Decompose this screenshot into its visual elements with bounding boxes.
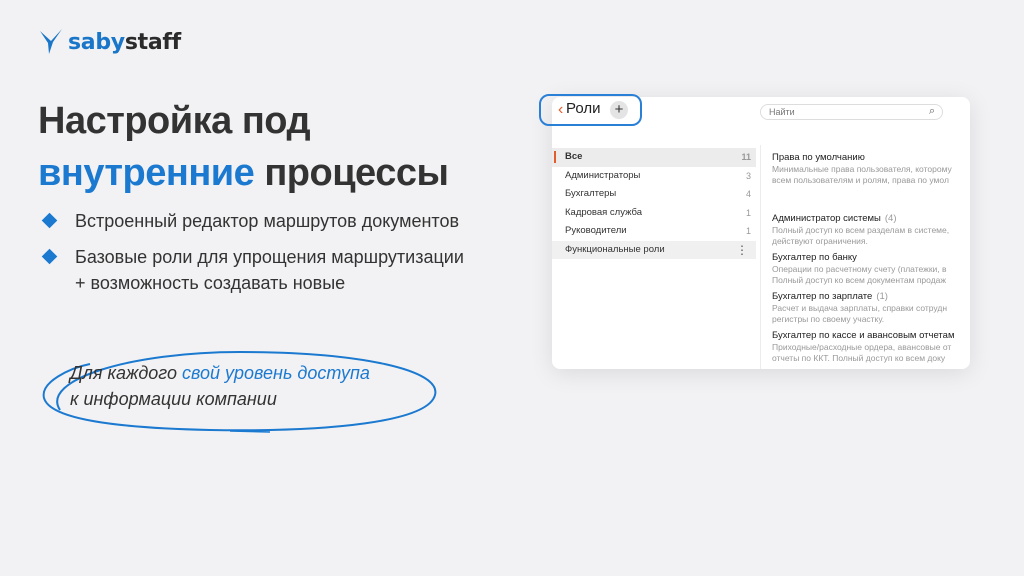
callout-accent: свой уровень доступа: [181, 363, 370, 383]
callout-text: Для каждого свой уровень доступа к инфор…: [70, 360, 370, 412]
roles-app-window: ‹ Роли + ⌕ Все 11 Администраторы 3 Бухга…: [552, 97, 970, 369]
list-item-managers[interactable]: Руководители 1: [552, 222, 756, 241]
roles-list: Права по умолчанию Минимальные права пол…: [772, 151, 970, 368]
list-item-accountants[interactable]: Бухгалтеры 4: [552, 185, 756, 204]
role-item[interactable]: Бухгалтер по кассе и авансовым отчетам П…: [772, 329, 970, 364]
role-item[interactable]: Права по умолчанию Минимальные права пол…: [772, 151, 970, 186]
title-line-1: Настройка под: [38, 100, 311, 142]
bullet-item: Базовые роли для упрощения маршрутизации…: [40, 244, 520, 296]
more-options-icon[interactable]: ⋮: [736, 241, 748, 260]
bullet-list: Встроенный редактор маршрутов документов…: [40, 208, 520, 306]
list-item-all[interactable]: Все 11: [552, 148, 756, 167]
role-item[interactable]: Администратор системы (4) Полный доступ к…: [772, 212, 970, 247]
column-divider: [760, 145, 761, 369]
search-input[interactable]: [760, 104, 943, 120]
title-line-2: внутренние процессы: [38, 147, 449, 199]
bird-logo-icon: [40, 29, 62, 54]
list-item-hr[interactable]: Кадровая служба 1: [552, 204, 756, 223]
page-title: Настройка под внутренние процессы: [38, 95, 449, 199]
bullet-text: Встроенный редактор маршрутов документов: [75, 211, 460, 231]
callout-line-1: Для каждого свой уровень доступа: [70, 363, 370, 383]
title-accent: внутренние: [38, 152, 255, 194]
callout-line-2: к информации компании: [70, 389, 277, 409]
role-item[interactable]: Бухгалтер по банку Операции по расчетном…: [772, 251, 970, 286]
diamond-bullet-icon: [41, 248, 58, 265]
role-item[interactable]: Бухгалтер по зарплате (1) Расчет и выдача…: [772, 290, 970, 325]
list-item-admins[interactable]: Администраторы 3: [552, 167, 756, 186]
bullet-text: Базовые роли для упрощения маршрутизации: [75, 247, 464, 267]
diamond-bullet-icon: [41, 212, 58, 229]
bullet-text-continued: + возможность создавать новые: [75, 273, 346, 293]
title-rest: процессы: [254, 152, 449, 194]
list-item-functional-roles[interactable]: Функциональные роли ⋮: [552, 240, 756, 260]
logo-text: sabystaff: [68, 29, 181, 55]
logo: sabystaff: [38, 28, 181, 56]
bullet-item: Встроенный редактор маршрутов документов: [40, 208, 520, 234]
search-icon[interactable]: ⌕: [929, 105, 935, 118]
role-groups-list: Все 11 Администраторы 3 Бухгалтеры 4 Кад…: [552, 148, 756, 259]
roles-header-highlight: [539, 94, 642, 126]
